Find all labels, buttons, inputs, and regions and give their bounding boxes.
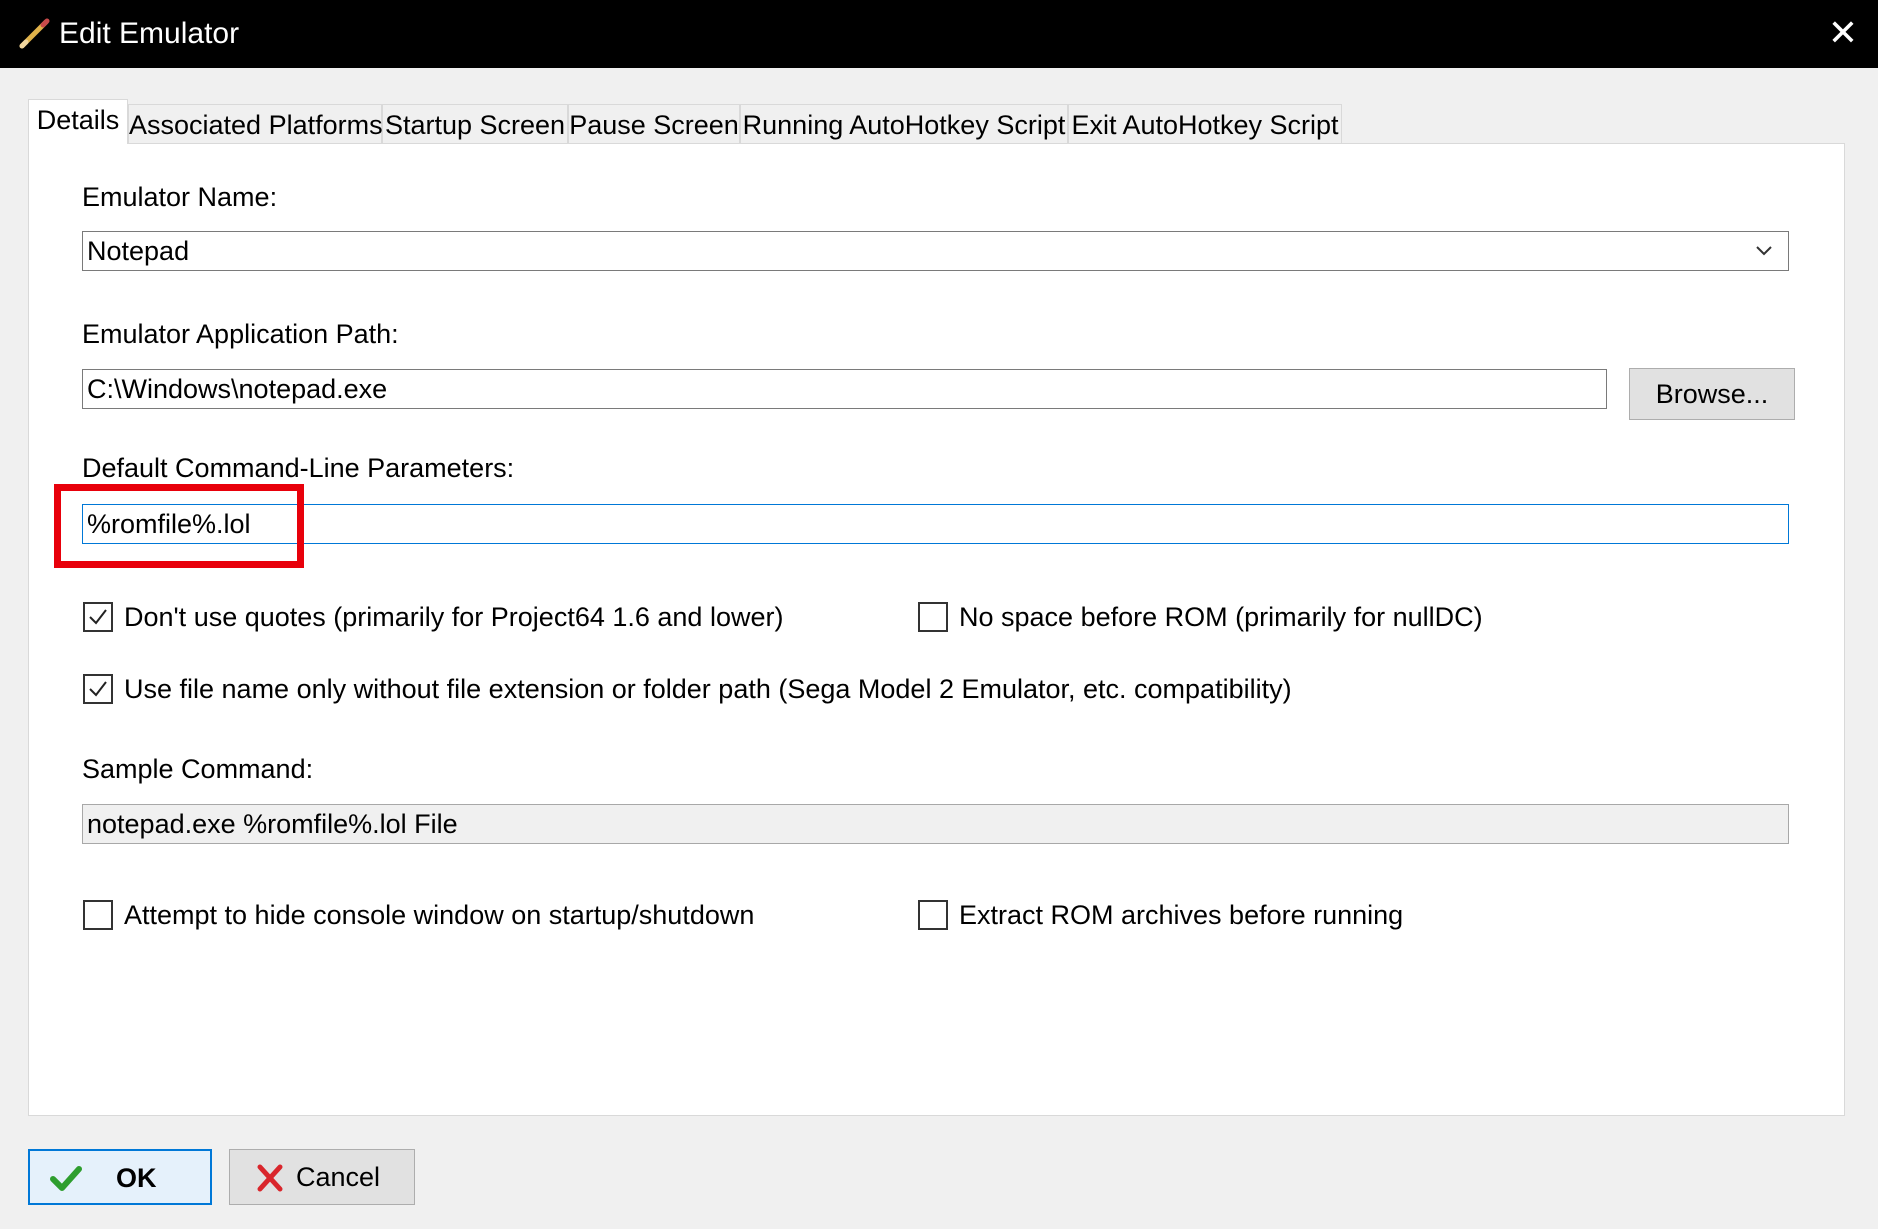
emulator-name-value: Notepad bbox=[87, 236, 190, 266]
use-file-name-only-label[interactable]: Use file name only without file extensio… bbox=[124, 672, 1292, 706]
title-bar: Edit Emulator ✕ bbox=[0, 0, 1878, 68]
tab-running-autohotkey-script[interactable]: Running AutoHotkey Script bbox=[740, 104, 1068, 144]
cancel-button[interactable]: Cancel bbox=[229, 1149, 415, 1205]
cancel-label: Cancel bbox=[296, 1162, 381, 1192]
app-path-label: Emulator Application Path: bbox=[82, 319, 399, 349]
close-button[interactable]: ✕ bbox=[1808, 0, 1878, 68]
tab-label: Startup Screen bbox=[384, 110, 566, 140]
tab-associated-platforms[interactable]: Associated Platforms bbox=[128, 104, 383, 144]
chevron-down-icon[interactable] bbox=[1752, 232, 1776, 270]
emulator-name-label: Emulator Name: bbox=[82, 182, 278, 212]
tab-pause-screen[interactable]: Pause Screen bbox=[568, 104, 740, 144]
use-file-name-only-checkbox[interactable] bbox=[83, 674, 113, 704]
dont-use-quotes-label[interactable]: Don't use quotes (primarily for Project6… bbox=[124, 600, 783, 634]
cmd-params-label: Default Command-Line Parameters: bbox=[82, 453, 515, 483]
window-title: Edit Emulator bbox=[59, 17, 240, 50]
tab-label: Details bbox=[36, 105, 120, 135]
sample-command-value: notepad.exe %romfile%.lol File bbox=[87, 809, 458, 839]
hide-console-checkbox[interactable] bbox=[83, 900, 113, 930]
ok-label: OK bbox=[116, 1163, 157, 1193]
hide-console-label[interactable]: Attempt to hide console window on startu… bbox=[124, 898, 754, 932]
pencil-icon bbox=[19, 18, 50, 49]
checkmark-icon bbox=[50, 1166, 82, 1191]
tab-exit-autohotkey-script[interactable]: Exit AutoHotkey Script bbox=[1068, 104, 1342, 144]
sample-command-field: notepad.exe %romfile%.lol File bbox=[82, 804, 1789, 844]
checkmark-icon bbox=[89, 609, 107, 625]
cmd-params-input[interactable]: %romfile%.lol bbox=[82, 504, 1789, 544]
browse-label: Browse... bbox=[1655, 379, 1769, 409]
extract-rom-checkbox[interactable] bbox=[918, 900, 948, 930]
app-path-value: C:\Windows\notepad.exe bbox=[87, 374, 388, 404]
emulator-name-combobox[interactable]: Notepad bbox=[82, 231, 1789, 271]
tab-label: Associated Platforms bbox=[129, 110, 383, 140]
close-icon: ✕ bbox=[1827, 12, 1859, 53]
tab-label: Running AutoHotkey Script bbox=[742, 110, 1066, 140]
extract-rom-label[interactable]: Extract ROM archives before running bbox=[959, 898, 1403, 932]
cmd-params-value: %romfile%.lol bbox=[87, 509, 251, 539]
tab-label: Exit AutoHotkey Script bbox=[1071, 110, 1339, 140]
browse-button[interactable]: Browse... bbox=[1629, 368, 1795, 420]
tab-details[interactable]: Details bbox=[28, 99, 128, 144]
app-path-input[interactable]: C:\Windows\notepad.exe bbox=[82, 369, 1607, 409]
tab-startup-screen[interactable]: Startup Screen bbox=[382, 104, 568, 144]
no-space-before-rom-checkbox[interactable] bbox=[918, 602, 948, 632]
sample-command-label: Sample Command: bbox=[82, 754, 314, 784]
close-x-icon bbox=[257, 1164, 283, 1192]
no-space-before-rom-label[interactable]: No space before ROM (primarily for nullD… bbox=[959, 600, 1483, 634]
ok-button[interactable]: OK bbox=[28, 1149, 212, 1205]
dont-use-quotes-checkbox[interactable] bbox=[83, 602, 113, 632]
checkmark-icon bbox=[89, 681, 107, 697]
tab-label: Pause Screen bbox=[569, 110, 739, 140]
